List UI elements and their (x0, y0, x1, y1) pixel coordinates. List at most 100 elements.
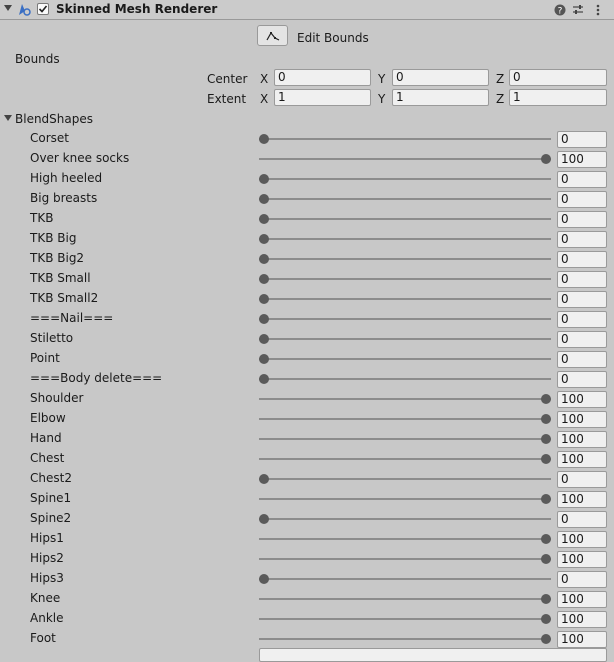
blendshape-value-field[interactable]: 0 (557, 571, 607, 588)
blendshape-slider-track[interactable] (259, 498, 551, 500)
blendshape-slider-track[interactable] (259, 238, 551, 240)
center-y-field[interactable]: 0 (392, 69, 489, 86)
component-enabled-checkbox[interactable] (37, 3, 49, 15)
blendshape-slider-track[interactable] (259, 218, 551, 220)
help-icon[interactable]: ? (552, 2, 568, 17)
extent-z-label: Z (496, 92, 505, 106)
blendshape-value-field[interactable]: 0 (557, 471, 607, 488)
blendshape-slider-thumb[interactable] (541, 594, 551, 604)
blendshape-slider-track[interactable] (259, 318, 551, 320)
blendshape-slider-thumb[interactable] (541, 534, 551, 544)
blendshape-value-field[interactable]: 100 (557, 431, 607, 448)
blendshape-slider-thumb[interactable] (541, 154, 551, 164)
blendshape-value-field[interactable]: 0 (557, 331, 607, 348)
blendshape-label: Ankle (30, 611, 64, 625)
blendshape-slider-thumb[interactable] (259, 374, 269, 384)
blendshape-value-field[interactable]: 100 (557, 531, 607, 548)
blendshape-value-field[interactable]: 0 (557, 171, 607, 188)
blendshapes-foldout-arrow-icon[interactable] (4, 115, 12, 121)
presets-icon[interactable] (570, 2, 586, 17)
blendshape-slider-track[interactable] (259, 278, 551, 280)
blendshape-slider-track[interactable] (259, 378, 551, 380)
extent-z-field[interactable]: 1 (509, 89, 607, 106)
blendshape-slider-track[interactable] (259, 178, 551, 180)
blendshape-value-field[interactable]: 0 (557, 191, 607, 208)
blendshapes-label[interactable]: BlendShapes (15, 112, 93, 126)
blendshape-slider-thumb[interactable] (259, 294, 269, 304)
blendshape-slider-thumb[interactable] (541, 454, 551, 464)
blendshape-value-field[interactable]: 100 (557, 151, 607, 168)
blendshape-slider-thumb[interactable] (541, 494, 551, 504)
blendshape-label: Spine2 (30, 511, 72, 525)
blendshape-value-field[interactable]: 100 (557, 411, 607, 428)
blendshape-value-field[interactable]: 100 (557, 611, 607, 628)
blendshape-slider-track[interactable] (259, 438, 551, 440)
blendshape-slider-track[interactable] (259, 358, 551, 360)
blendshape-slider-thumb[interactable] (259, 474, 269, 484)
blendshape-value-field[interactable]: 0 (557, 291, 607, 308)
blendshape-slider-track[interactable] (259, 538, 551, 540)
blendshape-value-field[interactable]: 0 (557, 351, 607, 368)
blendshape-slider-track[interactable] (259, 398, 551, 400)
blendshape-slider-track[interactable] (259, 298, 551, 300)
foldout-arrow-icon[interactable] (4, 5, 12, 11)
blendshape-slider-track[interactable] (259, 618, 551, 620)
blendshape-label: TKB Big (30, 231, 77, 245)
blendshape-slider-track[interactable] (259, 598, 551, 600)
blendshape-slider-thumb[interactable] (259, 254, 269, 264)
blendshape-slider-thumb[interactable] (259, 334, 269, 344)
blendshape-value-field[interactable]: 0 (557, 311, 607, 328)
blendshape-value-field[interactable]: 0 (557, 371, 607, 388)
blendshape-value-field[interactable]: 0 (557, 131, 607, 148)
blendshape-row: Hips3 0 (0, 569, 614, 589)
blendshape-value-field[interactable]: 100 (557, 491, 607, 508)
blendshape-slider-track[interactable] (259, 338, 551, 340)
blendshape-value-field[interactable]: 100 (557, 551, 607, 568)
blendshape-slider-thumb[interactable] (259, 234, 269, 244)
blendshape-value-field[interactable]: 100 (557, 451, 607, 468)
edit-bounds-button[interactable] (257, 25, 288, 46)
blendshape-slider-track[interactable] (259, 258, 551, 260)
blendshape-value-field[interactable]: 0 (557, 211, 607, 228)
blendshape-slider-thumb[interactable] (541, 614, 551, 624)
blendshape-slider-thumb[interactable] (259, 314, 269, 324)
blendshape-value-field[interactable]: 100 (557, 391, 607, 408)
blendshape-slider-track[interactable] (259, 138, 551, 140)
blendshape-slider-thumb[interactable] (541, 554, 551, 564)
blendshape-value-field[interactable]: 0 (557, 511, 607, 528)
menu-icon[interactable] (590, 2, 606, 17)
blendshape-slider-thumb[interactable] (259, 574, 269, 584)
component-header[interactable]: Skinned Mesh Renderer ? (0, 0, 614, 20)
blendshape-slider-thumb[interactable] (259, 514, 269, 524)
blendshape-slider-thumb[interactable] (259, 214, 269, 224)
blendshape-slider-track[interactable] (259, 638, 551, 640)
blendshape-value-field[interactable]: 0 (557, 231, 607, 248)
blendshape-slider-thumb[interactable] (541, 414, 551, 424)
blendshape-slider-track[interactable] (259, 478, 551, 480)
blendshape-value-field[interactable]: 0 (557, 271, 607, 288)
blendshape-slider-thumb[interactable] (541, 434, 551, 444)
extent-x-field[interactable]: 1 (274, 89, 371, 106)
blendshape-slider-thumb[interactable] (259, 174, 269, 184)
blendshape-slider-track[interactable] (259, 198, 551, 200)
blendshape-slider-track[interactable] (259, 558, 551, 560)
blendshape-slider-thumb[interactable] (259, 354, 269, 364)
blendshape-label: Hips2 (30, 551, 64, 565)
blendshape-slider-thumb[interactable] (259, 274, 269, 284)
blendshape-slider-thumb[interactable] (541, 634, 551, 644)
blendshape-value-field[interactable]: 100 (557, 631, 607, 648)
blendshape-slider-thumb[interactable] (259, 134, 269, 144)
extent-y-field[interactable]: 1 (392, 89, 489, 106)
blendshape-slider-thumb[interactable] (541, 394, 551, 404)
blendshape-value-field[interactable]: 0 (557, 251, 607, 268)
blendshape-slider-track[interactable] (259, 458, 551, 460)
next-property-field[interactable] (259, 648, 607, 662)
blendshape-value-field[interactable]: 100 (557, 591, 607, 608)
blendshape-slider-track[interactable] (259, 518, 551, 520)
blendshape-slider-track[interactable] (259, 158, 551, 160)
blendshape-slider-track[interactable] (259, 578, 551, 580)
blendshape-slider-track[interactable] (259, 418, 551, 420)
center-x-field[interactable]: 0 (274, 69, 371, 86)
blendshape-slider-thumb[interactable] (259, 194, 269, 204)
center-z-field[interactable]: 0 (509, 69, 607, 86)
